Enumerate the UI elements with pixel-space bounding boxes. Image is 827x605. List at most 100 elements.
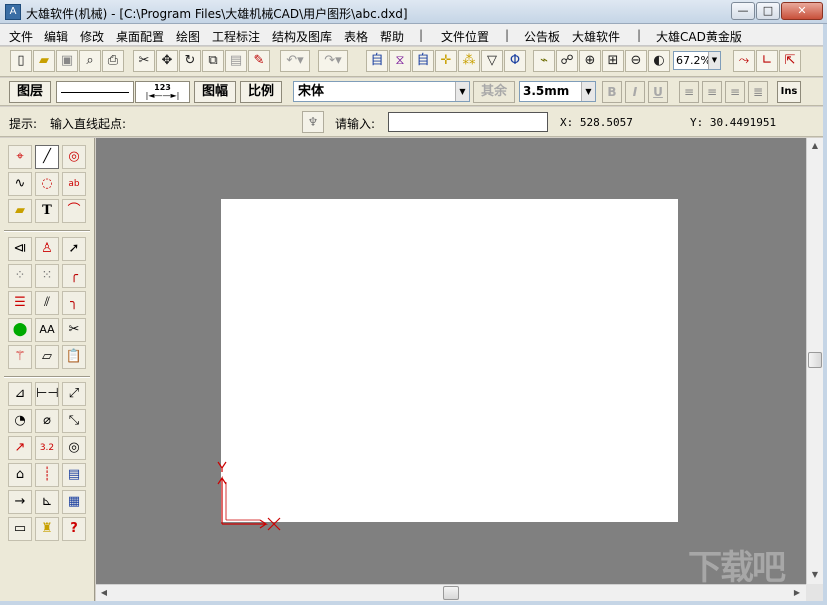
arrow-tool-icon[interactable]: → — [8, 490, 32, 514]
text-edit-icon[interactable]: 自 — [366, 50, 388, 72]
copy-icon[interactable]: ⧉ — [202, 50, 224, 72]
print-preview-icon[interactable]: ⌕ — [79, 50, 101, 72]
centerline-icon[interactable]: ┊ — [35, 463, 59, 487]
angle-dim-icon[interactable]: ⊿ — [8, 382, 32, 406]
sheet-size-button[interactable]: 图幅 — [194, 81, 236, 103]
layer-icon[interactable]: ⤳ — [733, 50, 755, 72]
redo-icon[interactable]: ↷▾ — [318, 50, 348, 72]
align-right-icon[interactable]: ≡ — [725, 81, 745, 103]
scale-button[interactable]: 比例 — [240, 81, 282, 103]
zoom-realtime-icon[interactable]: ◐ — [648, 50, 670, 72]
linear-dim-icon[interactable]: ⊢⊣ — [35, 382, 59, 406]
save-icon[interactable]: ▣ — [56, 50, 78, 72]
menu-daxiong-software[interactable]: 大雄软件 — [572, 28, 620, 45]
mirror-icon[interactable]: Φ — [504, 50, 526, 72]
menu-draw[interactable]: 绘图 — [176, 28, 200, 45]
point-icon[interactable]: ⌖ — [8, 145, 32, 169]
radial-dim-icon[interactable]: ⤡ — [62, 409, 86, 433]
layer-lines-icon[interactable]: ☰ — [8, 291, 32, 315]
scroll-up-arrow-icon[interactable]: ▲ — [807, 138, 823, 154]
snap-points-icon[interactable]: ⁂ — [458, 50, 480, 72]
text-align-icon[interactable]: 自 — [412, 50, 434, 72]
offset-tool-icon[interactable]: ⫽ — [35, 291, 59, 315]
menu-file[interactable]: 文件 — [9, 28, 33, 45]
mirror-tool-icon[interactable]: ⧏ — [8, 237, 32, 261]
menu-edit[interactable]: 编辑 — [44, 28, 68, 45]
menu-dimension[interactable]: 工程标注 — [212, 28, 260, 45]
maximize-button[interactable]: □ — [756, 2, 780, 20]
menu-structure-library[interactable]: 结构及图库 — [272, 28, 332, 45]
frame-tool-icon[interactable]: ▭ — [8, 517, 32, 541]
text-style-icon[interactable]: ⧖ — [389, 50, 411, 72]
vertical-scrollbar[interactable]: ▲ ▼ — [806, 138, 823, 584]
menu-desktop-config[interactable]: 桌面配置 — [116, 28, 164, 45]
align-justify-icon[interactable]: ≣ — [748, 81, 768, 103]
zoom-out-icon[interactable]: ⊖ — [625, 50, 647, 72]
menu-table[interactable]: 表格 — [344, 28, 368, 45]
italic-button[interactable]: I — [625, 81, 645, 103]
circular-array-icon[interactable]: ⁙ — [35, 264, 59, 288]
aligned-dim-icon[interactable]: ⤢ — [62, 382, 86, 406]
zoom-all-icon[interactable]: ⊞ — [602, 50, 624, 72]
open-folder-icon[interactable]: ▰ — [33, 50, 55, 72]
circle-tool-icon[interactable]: ◎ — [62, 145, 86, 169]
select-arrow-icon[interactable]: ➚ — [62, 237, 86, 261]
menu-file-location[interactable]: 文件位置 — [441, 28, 489, 45]
text-tool-icon[interactable]: T — [35, 199, 59, 223]
undo-icon[interactable]: ↶▾ — [280, 50, 310, 72]
other-button[interactable]: 其余 — [473, 81, 515, 103]
trim-tool-icon[interactable]: ✂ — [62, 318, 86, 342]
minimize-button[interactable]: — — [731, 2, 755, 20]
new-file-icon[interactable]: ▯ — [10, 50, 32, 72]
linetype-select[interactable] — [56, 81, 134, 103]
hatch-tool-icon[interactable]: ▰ — [8, 199, 32, 223]
text-size-select[interactable]: 3.5mm ▼ — [519, 81, 596, 102]
help-tool-icon[interactable]: ? — [62, 517, 86, 541]
cad-app-icon[interactable]: A — [5, 4, 21, 20]
ucs-move-icon[interactable]: ⇱ — [779, 50, 801, 72]
paste-icon[interactable]: ▤ — [225, 50, 247, 72]
leader-icon[interactable]: ↗ — [8, 436, 32, 460]
menu-bulletin[interactable]: 公告板 — [524, 28, 560, 45]
brush-icon[interactable]: ⌁ — [533, 50, 555, 72]
dimension-style-button[interactable]: 123 |◄——►| — [135, 81, 190, 103]
clipboard-tool-icon[interactable]: 📋 — [62, 345, 86, 369]
menu-gold-edition[interactable]: 大雄CAD黄金版 — [656, 28, 742, 45]
diameter-dim-icon[interactable]: ⌀ — [35, 409, 59, 433]
scroll-left-arrow-icon[interactable]: ◀ — [96, 585, 112, 601]
tree-icon[interactable]: ♆ — [302, 111, 324, 133]
chamfer-tool-icon[interactable]: ╮ — [62, 291, 86, 315]
ellipse-tool-icon[interactable]: ab — [62, 172, 86, 196]
part-library-icon[interactable]: ♜ — [35, 517, 59, 541]
stamp-tool-icon[interactable]: ♙ — [35, 237, 59, 261]
zoom-window-icon[interactable]: ☍ — [556, 50, 578, 72]
erase-tool-icon[interactable]: ▱ — [35, 345, 59, 369]
print-icon[interactable]: ⎙ — [102, 50, 124, 72]
menu-modify[interactable]: 修改 — [80, 28, 104, 45]
align-left-icon[interactable]: ≡ — [679, 81, 699, 103]
move-icon[interactable]: ✥ — [156, 50, 178, 72]
horizontal-scroll-thumb[interactable] — [443, 586, 459, 600]
font-select[interactable]: 宋体 ▼ — [293, 81, 470, 102]
tolerance-icon[interactable]: ◎ — [62, 436, 86, 460]
insert-button[interactable]: Ins — [777, 81, 801, 103]
bold-button[interactable]: B — [602, 81, 622, 103]
line-tool-icon[interactable]: ╱ — [35, 145, 59, 169]
rotate-icon[interactable]: ↻ — [179, 50, 201, 72]
menu-help[interactable]: 帮助 — [380, 28, 404, 45]
magic-wand-icon[interactable]: ⚚ — [8, 345, 32, 369]
drawing-canvas[interactable] — [96, 138, 806, 584]
datum-icon[interactable]: ▤ — [62, 463, 86, 487]
boolean-tool-icon[interactable]: ⬤ — [8, 318, 32, 342]
weld-symbol-icon[interactable]: ⌂ — [8, 463, 32, 487]
array-tool-icon[interactable]: ⁘ — [8, 264, 32, 288]
fillet-tool-icon[interactable]: ╭ — [62, 264, 86, 288]
coordinate-tool-icon[interactable]: ⊾ — [35, 490, 59, 514]
table-tool-icon[interactable]: ▦ — [62, 490, 86, 514]
align-center-icon[interactable]: ≡ — [702, 81, 722, 103]
radius-dim-icon[interactable]: ◔ — [8, 409, 32, 433]
ucs-icon[interactable]: ∟ — [756, 50, 778, 72]
roughness-icon[interactable]: 3.2 — [35, 436, 59, 460]
text-edit-tool-icon[interactable]: AA — [35, 318, 59, 342]
close-button[interactable]: ✕ — [781, 2, 823, 20]
